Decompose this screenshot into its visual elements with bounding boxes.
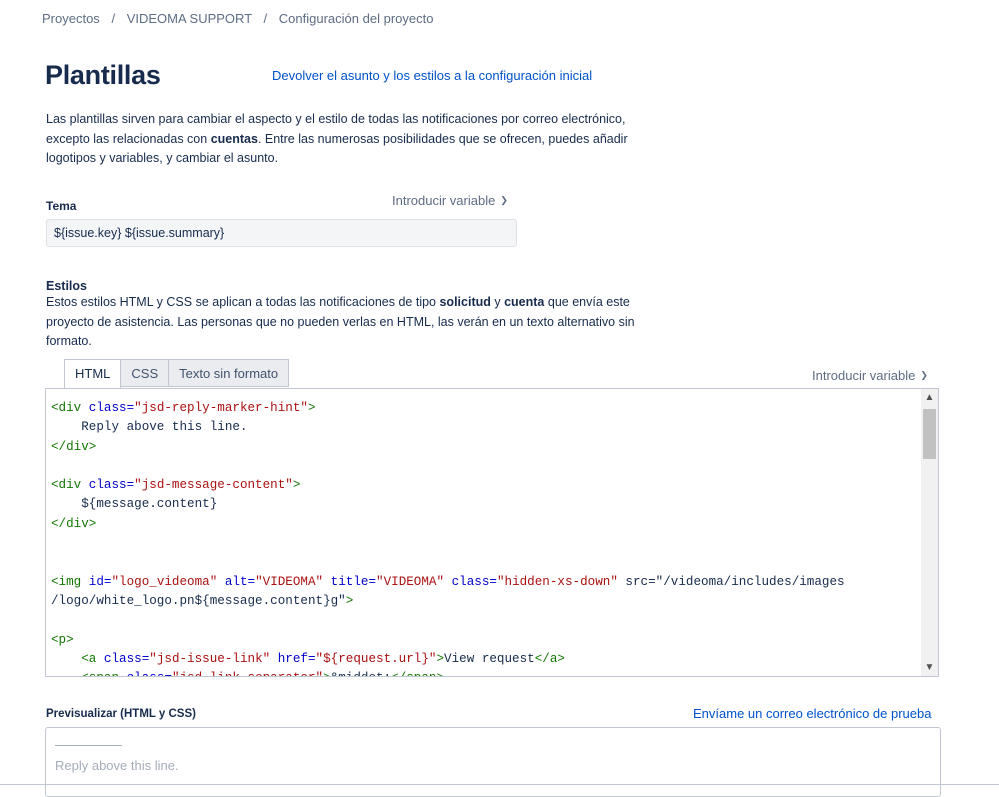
styles-label: Estilos — [46, 279, 87, 293]
subject-input[interactable]: ${issue.key} ${issue.summary} — [46, 219, 517, 247]
preview-divider — [55, 745, 122, 746]
code-line: <span class="jsd-link-separator">&middot… — [51, 669, 845, 676]
preview-label: Previsualizar (HTML y CSS) — [46, 708, 196, 720]
styles-desc-part: Estos estilos HTML y CSS se aplican a to… — [46, 295, 440, 309]
html-code-editor[interactable]: <div class="jsd-reply-marker-hint"> Repl… — [45, 388, 939, 677]
chevron-down-icon: ❯ — [500, 195, 508, 205]
styles-tabs: HTML CSS Texto sin formato — [64, 359, 290, 389]
breadcrumb-item-project[interactable]: VIDEOMA SUPPORT — [127, 11, 252, 26]
code-line: <div class="jsd-message-content"> — [51, 478, 301, 493]
styles-desc-bold: cuenta — [504, 295, 545, 309]
preview-pane: Reply above this line. — [45, 727, 941, 797]
code-line: </div> — [51, 516, 97, 531]
intro-text-bold: cuentas — [210, 131, 258, 146]
tab-plain-text[interactable]: Texto sin formato — [169, 359, 290, 387]
styles-desc-part: y — [490, 295, 505, 309]
breadcrumb-separator: / — [263, 11, 268, 26]
styles-insert-variable-dropdown[interactable]: Introducir variable ❯ — [812, 368, 928, 383]
scroll-down-arrow-icon[interactable]: ▼ — [921, 659, 938, 676]
code-line: <a class="jsd-issue-link" href="${reques… — [81, 651, 565, 666]
page-title: Plantillas — [45, 60, 161, 90]
chevron-down-icon: ❯ — [920, 370, 928, 380]
styles-desc-bold: solicitud — [439, 295, 491, 309]
breadcrumb: Proyectos / VIDEOMA SUPPORT / Configurac… — [42, 11, 433, 26]
tab-css[interactable]: CSS — [121, 359, 170, 387]
intro-text: Las plantillas sirven para cambiar el as… — [46, 110, 656, 169]
send-test-email-link[interactable]: Envíame un correo electrónico de prueba — [693, 706, 931, 721]
editor-scrollbar[interactable]: ▲ ▼ — [921, 389, 938, 676]
breadcrumb-item-settings[interactable]: Configuración del proyecto — [279, 11, 434, 26]
code-line: <div class="jsd-reply-marker-hint"> — [51, 401, 316, 415]
scroll-up-arrow-icon[interactable]: ▲ — [921, 389, 938, 406]
code-line: </div> — [51, 439, 97, 454]
reset-defaults-link[interactable]: Devolver el asunto y los estilos a la co… — [272, 68, 592, 83]
insert-variable-label: Introducir variable — [812, 368, 916, 383]
tab-html[interactable]: HTML — [64, 359, 122, 389]
styles-description: Estos estilos HTML y CSS se aplican a to… — [46, 293, 656, 352]
code-line: Reply above this line. — [51, 420, 248, 435]
insert-variable-label: Introducir variable — [392, 193, 496, 208]
preview-reply-hint: Reply above this line. — [55, 758, 179, 773]
subject-label: Tema — [46, 199, 77, 213]
code-content[interactable]: <div class="jsd-reply-marker-hint"> Repl… — [51, 399, 845, 676]
page-bottom-divider — [0, 784, 999, 785]
scrollbar-thumb[interactable] — [923, 409, 936, 459]
breadcrumb-item-projects[interactable]: Proyectos — [42, 11, 100, 26]
subject-insert-variable-dropdown[interactable]: Introducir variable ❯ — [392, 193, 508, 208]
breadcrumb-separator: / — [111, 11, 116, 26]
code-line: <p> — [51, 632, 74, 647]
code-line: <img id="logo_videoma" alt="VIDEOMA" tit… — [51, 574, 845, 589]
code-line: ${message.content} — [51, 497, 218, 512]
code-line: /logo/white_logo.pn${message.content}g"> — [51, 593, 354, 608]
